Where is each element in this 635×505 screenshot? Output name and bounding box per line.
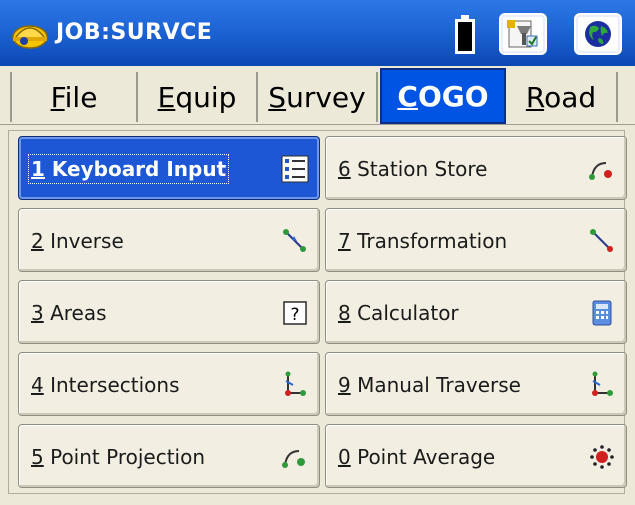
tab-equip[interactable]: Equip <box>138 72 258 122</box>
tab-survey[interactable]: Survey <box>258 72 378 122</box>
transformation-button[interactable]: 7 Transformation <box>325 208 627 272</box>
manual-traverse-button[interactable]: 9 Manual Traverse <box>325 352 627 416</box>
job-title: JOB:SURVCE <box>56 20 213 45</box>
list-icon <box>281 155 309 183</box>
globe-button[interactable] <box>574 13 622 55</box>
calculator-button[interactable]: 8 Calculator <box>325 280 627 344</box>
point-average-icon <box>590 445 614 469</box>
point-projection-button[interactable]: 5 Point Projection <box>18 424 320 488</box>
globe-icon <box>585 21 611 47</box>
point-average-button[interactable]: 0 Point Average <box>325 424 627 488</box>
arc-point-icon <box>282 450 305 468</box>
tab-cogo[interactable]: COGO <box>380 68 506 124</box>
areas-button[interactable]: 3 Areas ? <box>18 280 320 344</box>
question-box-icon: ? <box>283 301 307 325</box>
inverse-button[interactable]: 2 Inverse <box>18 208 320 272</box>
inverse-line-icon <box>283 229 306 252</box>
title-bar: JOB:SURVCE <box>0 0 635 66</box>
arc-red-point-icon <box>589 162 612 180</box>
intersection-icon <box>285 371 306 396</box>
tab-file[interactable]: File <box>10 72 138 122</box>
intersections-button[interactable]: 4 Intersections <box>18 352 320 416</box>
tab-road[interactable]: Road <box>506 72 618 122</box>
hardhat-logo-icon[interactable] <box>10 17 50 51</box>
calculator-icon <box>592 300 612 326</box>
keyboard-input-button[interactable]: 1 Keyboard Input <box>18 136 320 200</box>
config-tool-icon <box>507 20 538 48</box>
traverse-icon <box>592 371 613 396</box>
menu-tab-bar: File Equip Survey COGO Road <box>0 66 635 125</box>
transform-line-icon <box>590 229 613 252</box>
battery-icon <box>455 15 475 54</box>
station-store-button[interactable]: 6 Station Store <box>325 136 627 200</box>
svg-text:?: ? <box>290 305 299 325</box>
config-button[interactable] <box>499 13 547 55</box>
